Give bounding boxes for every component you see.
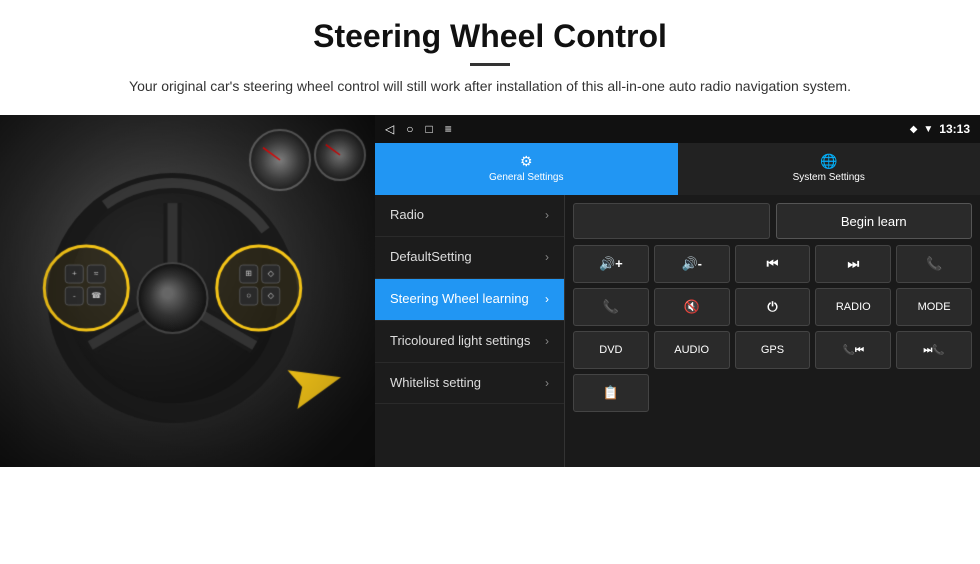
android-panel: ◁ ○ □ ≡ ◆ ▼ 13:13 ⚙ General Settings <box>375 115 980 467</box>
menu-item-steering[interactable]: Steering Wheel learning › <box>375 279 564 321</box>
power-button[interactable]: ⏻ <box>735 288 811 326</box>
empty-slot <box>573 203 770 239</box>
menu-icon[interactable]: ≡ <box>445 122 452 136</box>
mute-button[interactable]: 🔇 <box>654 288 730 326</box>
menu-item-tricoloured[interactable]: Tricoloured light settings › <box>375 321 564 363</box>
subtitle: Your original car's steering wheel contr… <box>80 76 900 97</box>
steering-wheel-image <box>0 115 375 467</box>
tab-general[interactable]: ⚙ General Settings <box>375 143 678 195</box>
menu-item-whitelist[interactable]: Whitelist setting › <box>375 363 564 405</box>
vol-down-button[interactable]: 🔊- <box>654 245 730 283</box>
square-icon[interactable]: □ <box>425 122 432 136</box>
ctrl-row-2: 📞 🔇 ⏻ RADIO MO <box>573 288 972 326</box>
next-phone-button[interactable]: ⏭📞 <box>896 331 972 369</box>
clock: 13:13 <box>939 122 970 136</box>
chevron-icon: › <box>545 250 549 264</box>
wifi-icon: ▼ <box>923 124 933 135</box>
menu-item-steering-label: Steering Wheel learning <box>390 291 529 308</box>
phone-icon: 📞 <box>926 256 942 272</box>
menu-item-whitelist-label: Whitelist setting <box>390 375 481 392</box>
top-controls-row: Begin learn <box>573 203 972 239</box>
playlist-button[interactable]: 📋 <box>573 374 649 412</box>
header-section: Steering Wheel Control Your original car… <box>0 0 980 107</box>
radio-label: RADIO <box>836 301 871 313</box>
system-settings-icon: 🌐 <box>820 153 837 170</box>
general-settings-icon: ⚙ <box>520 153 533 170</box>
menu-item-radio[interactable]: Radio › <box>375 195 564 237</box>
chevron-icon: › <box>545 208 549 222</box>
mode-label: MODE <box>918 301 951 313</box>
mode-button[interactable]: MODE <box>896 288 972 326</box>
ctrl-row-3: DVD AUDIO GPS 📞⏮ <box>573 331 972 369</box>
controls-panel: Begin learn 🔊+ 🔊- <box>565 195 980 467</box>
tab-system[interactable]: 🌐 System Settings <box>678 143 980 195</box>
location-icon: ◆ <box>910 124 918 135</box>
gps-button[interactable]: GPS <box>735 331 811 369</box>
home-icon[interactable]: ○ <box>406 122 413 136</box>
mute-icon: 🔇 <box>684 299 700 315</box>
chevron-icon: › <box>545 376 549 390</box>
controls-grid: 🔊+ 🔊- ⏮ ⏭ 📞 <box>573 245 972 412</box>
ctrl-row-4: 📋 <box>573 374 972 412</box>
power-icon: ⏻ <box>767 299 777 315</box>
android-main: Radio › DefaultSetting › Steering Wheel … <box>375 195 980 467</box>
page-container: Steering Wheel Control Your original car… <box>0 0 980 564</box>
nav-buttons: ◁ ○ □ ≡ <box>385 122 452 136</box>
status-right: ◆ ▼ 13:13 <box>910 122 970 136</box>
vol-down-icon: 🔊- <box>681 256 702 272</box>
phone-prev-button[interactable]: 📞⏮ <box>815 331 891 369</box>
tab-general-label: General Settings <box>489 172 564 183</box>
ctrl-row-1: 🔊+ 🔊- ⏮ ⏭ 📞 <box>573 245 972 283</box>
tab-bar: ⚙ General Settings 🌐 System Settings <box>375 143 980 195</box>
menu-item-radio-label: Radio <box>390 207 424 224</box>
chevron-icon: › <box>545 334 549 348</box>
next-track-icon: ⏭ <box>847 256 859 272</box>
content-area: ◁ ○ □ ≡ ◆ ▼ 13:13 ⚙ General Settings <box>0 115 980 564</box>
audio-label: AUDIO <box>674 344 709 356</box>
phone-prev-icon: 📞⏮ <box>843 345 864 356</box>
page-title: Steering Wheel Control <box>60 18 920 55</box>
dvd-button[interactable]: DVD <box>573 331 649 369</box>
gps-label: GPS <box>761 344 784 356</box>
menu-list: Radio › DefaultSetting › Steering Wheel … <box>375 195 565 467</box>
menu-item-default-label: DefaultSetting <box>390 249 472 266</box>
tab-system-label: System Settings <box>793 172 865 183</box>
dvd-label: DVD <box>599 344 622 356</box>
status-bar: ◁ ○ □ ≡ ◆ ▼ 13:13 <box>375 115 980 143</box>
next-phone-icon: ⏭📞 <box>923 345 944 356</box>
audio-button[interactable]: AUDIO <box>654 331 730 369</box>
phone-button[interactable]: 📞 <box>896 245 972 283</box>
chevron-icon: › <box>545 292 549 306</box>
begin-learn-label: Begin learn <box>841 214 907 229</box>
prev-track-button[interactable]: ⏮ <box>735 245 811 283</box>
prev-track-icon: ⏮ <box>767 256 779 272</box>
vol-up-icon: 🔊+ <box>599 256 623 272</box>
vol-up-button[interactable]: 🔊+ <box>573 245 649 283</box>
back-icon[interactable]: ◁ <box>385 122 394 136</box>
answer-button[interactable]: 📞 <box>573 288 649 326</box>
title-divider <box>470 63 510 66</box>
next-track-button[interactable]: ⏭ <box>815 245 891 283</box>
menu-item-default[interactable]: DefaultSetting › <box>375 237 564 279</box>
menu-item-tricoloured-label: Tricoloured light settings <box>390 333 530 350</box>
answer-icon: 📞 <box>603 299 619 315</box>
playlist-icon: 📋 <box>603 385 619 401</box>
begin-learn-button[interactable]: Begin learn <box>776 203 973 239</box>
radio-button[interactable]: RADIO <box>815 288 891 326</box>
